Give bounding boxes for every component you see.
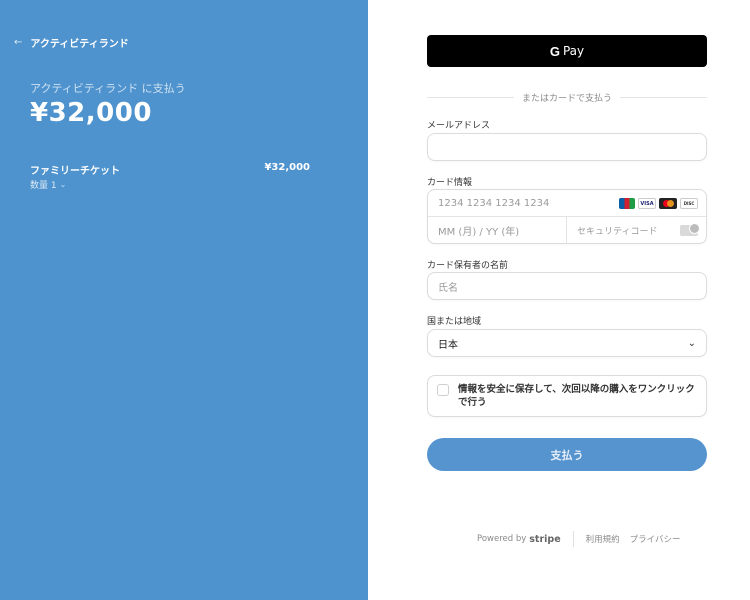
email-label: メールアドレス: [427, 121, 491, 131]
mastercard-icon: [659, 198, 677, 209]
order-summary-panel: ← アクティビティランド アクティビティランド に支払う ¥32,000 ファミ…: [0, 0, 368, 600]
email-field[interactable]: [427, 133, 707, 161]
card-expiry-field[interactable]: MM (月) / YY (年): [428, 217, 567, 243]
back-link[interactable]: ← アクティビティランド: [14, 35, 129, 50]
save-info-option: 情報を安全に保存して、次回以降の購入をワンクリックで行う: [427, 375, 707, 417]
merchant-name: アクティビティランド: [30, 39, 129, 50]
discover-icon: DISC: [680, 198, 698, 209]
or-pay-with-card-divider: またはカードで支払う: [427, 90, 708, 104]
cardholder-name-label: カード保有者の名前: [427, 261, 509, 271]
quantity-selector[interactable]: 数量 1 ⌄: [30, 178, 66, 191]
card-cvc-field[interactable]: セキュリティコード: [567, 217, 706, 243]
footer: Powered by stripe 利用規約 プライバシー: [477, 530, 691, 548]
cvc-card-icon: [680, 223, 700, 236]
total-amount: ¥32,000: [30, 98, 152, 128]
pay-to-label: アクティビティランド に支払う: [30, 82, 186, 95]
quantity-label: 数量 1: [30, 181, 57, 191]
divider-text: またはカードで支払う: [522, 93, 613, 104]
google-pay-button[interactable]: G Pay: [427, 35, 707, 67]
save-info-text: 情報を安全に保存して、次回以降の購入をワンクリックで行う: [458, 384, 695, 408]
footer-separator: [572, 531, 574, 547]
card-info-label: カード情報: [427, 178, 473, 188]
line-item-name: ファミリーチケット: [30, 166, 120, 177]
pay-button[interactable]: 支払う: [427, 438, 707, 471]
save-info-checkbox[interactable]: [437, 384, 449, 396]
privacy-link[interactable]: プライバシー: [630, 533, 681, 545]
country-label: 国または地域: [427, 317, 482, 327]
powered-by-label: Powered by: [477, 534, 527, 544]
country-value: 日本: [438, 339, 458, 351]
cardholder-name-placeholder: 氏名: [438, 282, 458, 294]
cardholder-name-field[interactable]: 氏名: [427, 272, 707, 300]
chevron-down-icon: ⌄: [687, 338, 696, 349]
divider-line-left: [427, 96, 514, 98]
card-brands: VISA DISC: [619, 198, 698, 209]
terms-link[interactable]: 利用規約: [586, 533, 620, 545]
google-pay-label: Pay: [562, 44, 585, 58]
chevron-down-icon: ⌄: [59, 180, 67, 189]
visa-icon: VISA: [638, 198, 656, 209]
back-arrow-icon: ←: [14, 37, 23, 48]
card-cvc-placeholder: セキュリティコード: [577, 226, 658, 237]
card-number-placeholder: 1234 1234 1234 1234: [438, 197, 550, 209]
card-expiry-placeholder: MM (月) / YY (年): [438, 226, 520, 238]
stripe-logo[interactable]: stripe: [529, 534, 560, 545]
jcb-icon: [619, 198, 635, 209]
country-select[interactable]: 日本 ⌄: [427, 329, 707, 357]
card-info-group: 1234 1234 1234 1234 VISA DISC MM (月) / Y…: [427, 189, 707, 244]
line-item-price: ¥32,000: [264, 162, 310, 173]
google-g-icon: G: [549, 43, 560, 59]
divider-line-right: [620, 96, 708, 98]
